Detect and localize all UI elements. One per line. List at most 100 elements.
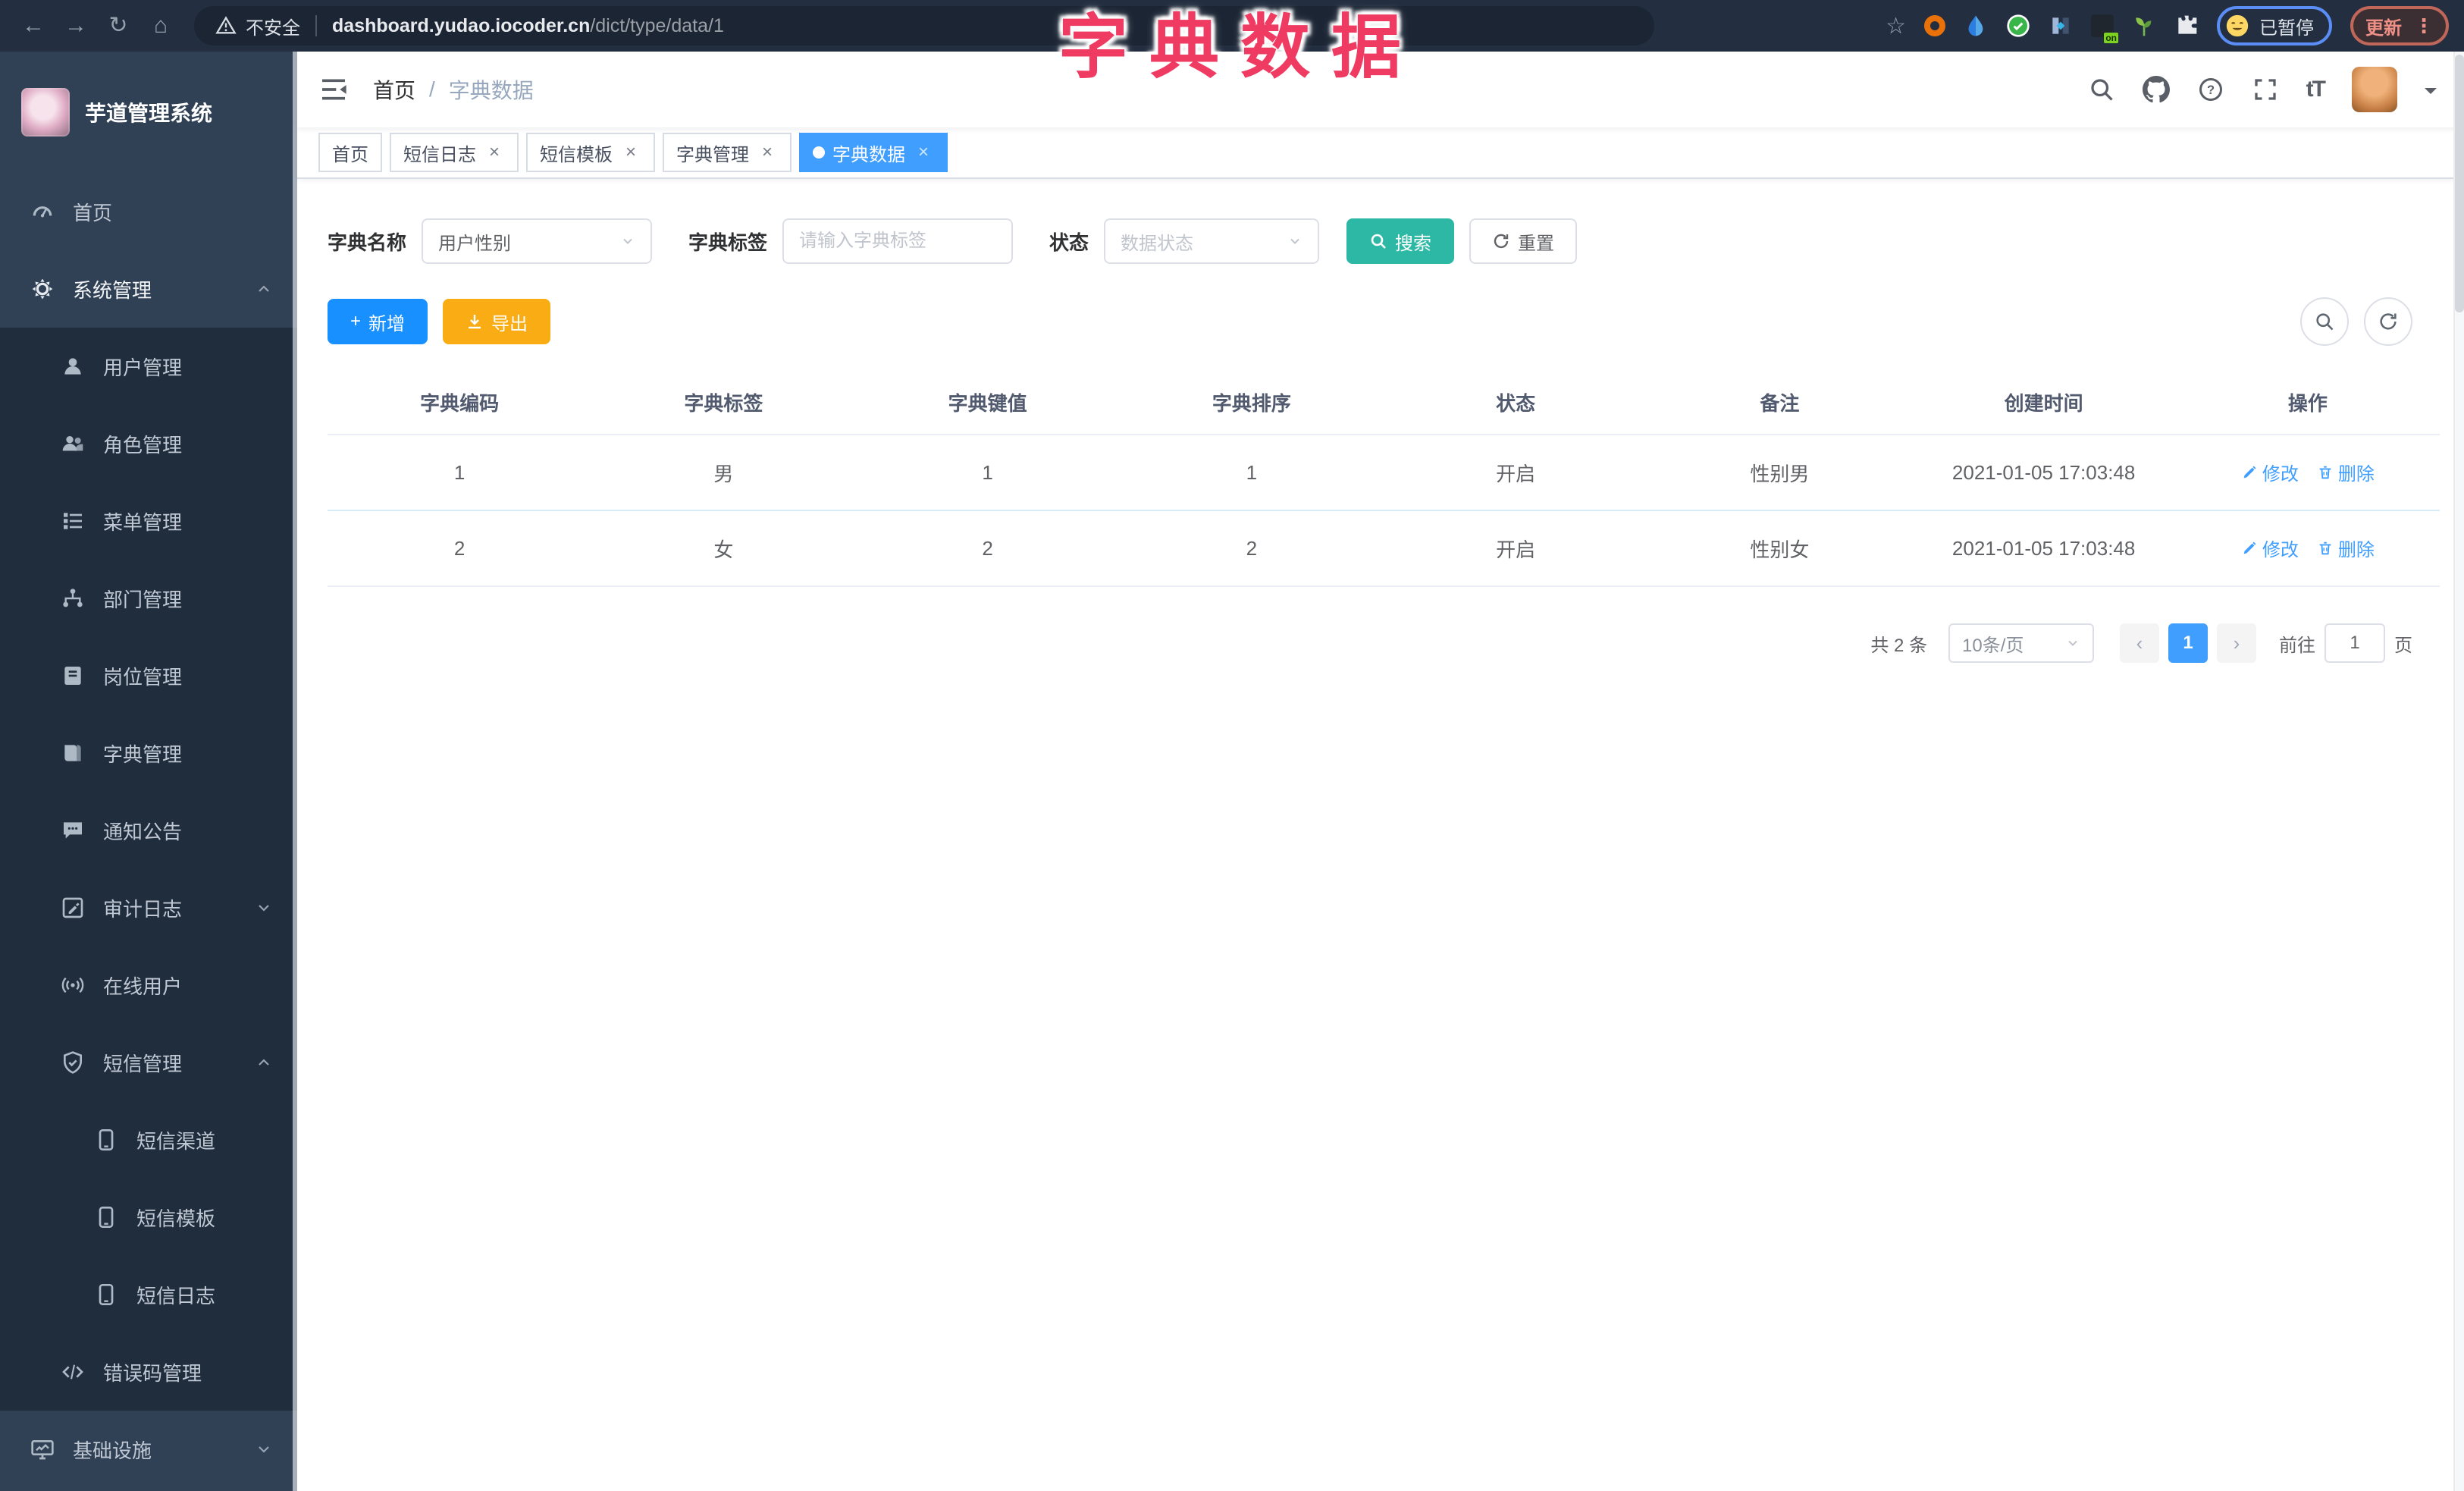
cell-remark: 性别男 <box>1647 435 1912 511</box>
column-header: 字典键值 <box>855 370 1120 435</box>
tab-label: 字典数据 <box>832 144 905 165</box>
add-button[interactable]: + 新增 <box>328 299 428 344</box>
dict-name-select[interactable]: 用户性别 <box>422 218 653 264</box>
sidebar-item-system-management[interactable]: 系统管理 <box>0 250 297 328</box>
font-size-icon[interactable]: tT <box>2306 77 2326 102</box>
cell-label: 女 <box>591 510 856 587</box>
sidebar-item-sms-channel[interactable]: 短信渠道 <box>0 1101 297 1179</box>
trash-icon <box>2317 540 2334 557</box>
tab-label: 首页 <box>332 144 368 165</box>
sidebar-item-infrastructure[interactable]: 基础设施 <box>0 1411 297 1488</box>
sidebar-item-dept-management[interactable]: 部门管理 <box>0 560 297 637</box>
browser-reload-icon[interactable]: ↻ <box>100 8 136 44</box>
browser-update-button[interactable]: 更新 ⋮ <box>2350 6 2449 46</box>
users-icon <box>61 432 85 456</box>
next-page-button[interactable]: › <box>2217 623 2256 663</box>
extension-dark-on-icon[interactable]: on <box>2091 14 2118 43</box>
extension-green-check-icon[interactable] <box>2006 14 2030 38</box>
cell-actions: 修改 删除 <box>2175 510 2440 587</box>
sidebar-item-label: 通知公告 <box>103 820 183 843</box>
page-scrollbar[interactable] <box>2453 52 2464 1491</box>
github-icon[interactable] <box>2142 76 2170 103</box>
column-header: 字典编码 <box>328 370 592 435</box>
not-secure-warning-icon <box>215 15 237 36</box>
sidebar-item-sms-template[interactable]: 短信模板 <box>0 1179 297 1256</box>
sidebar-item-home[interactable]: 首页 <box>0 173 297 250</box>
search-icon[interactable] <box>2088 76 2115 103</box>
avatar-caret-down-icon[interactable] <box>2425 88 2437 100</box>
extension-blue-drop-icon[interactable] <box>1964 14 1988 38</box>
book-icon <box>61 741 85 765</box>
tab-字典管理[interactable]: 字典管理 × <box>663 133 792 172</box>
dict-label-input[interactable] <box>782 218 1014 264</box>
tab-短信模板[interactable]: 短信模板 × <box>526 133 655 172</box>
tab-首页[interactable]: 首页 <box>318 133 382 172</box>
close-icon[interactable]: × <box>484 142 505 163</box>
sidebar-item-post-management[interactable]: 岗位管理 <box>0 637 297 714</box>
close-icon[interactable]: × <box>620 142 641 163</box>
sidebar-item-menu-management[interactable]: 菜单管理 <box>0 482 297 560</box>
pencil-icon <box>2241 464 2258 481</box>
goto-page-input[interactable] <box>2324 623 2385 663</box>
extension-orange-ring-icon[interactable] <box>1924 15 1945 36</box>
current-page-button[interactable]: 1 <box>2168 623 2208 663</box>
edit-link[interactable]: 修改 <box>2241 459 2299 485</box>
extension-sprout-icon[interactable] <box>2132 14 2156 38</box>
help-icon[interactable]: ? <box>2197 76 2224 103</box>
extension-on-badge: on <box>2104 33 2118 43</box>
profile-avatar-emoji-icon <box>2224 13 2250 39</box>
profile-paused-badge[interactable]: 已暂停 <box>2217 6 2332 46</box>
app-logo[interactable]: 芋道管理系统 <box>0 52 297 173</box>
bookmark-star-icon[interactable]: ☆ <box>1886 13 1906 39</box>
user-avatar[interactable] <box>2352 67 2397 112</box>
dict-label-label: 字典标签 <box>688 231 768 254</box>
edit-link[interactable]: 修改 <box>2241 535 2299 561</box>
browser-back-icon[interactable]: ← <box>15 8 52 44</box>
delete-link[interactable]: 删除 <box>2317 459 2375 485</box>
sidebar-item-notice-announcement[interactable]: 通知公告 <box>0 792 297 869</box>
shield-check-icon <box>61 1050 85 1075</box>
extensions-puzzle-icon[interactable] <box>2174 14 2199 38</box>
sidebar-item-label: 错误码管理 <box>103 1361 202 1385</box>
tab-短信日志[interactable]: 短信日志 × <box>390 133 519 172</box>
fullscreen-icon[interactable] <box>2252 76 2279 103</box>
extension-slate-diamond-icon[interactable] <box>2049 14 2073 38</box>
tab-字典数据[interactable]: 字典数据 × <box>799 133 948 172</box>
page-size-select[interactable]: 10条/页 <box>1948 623 2094 663</box>
breadcrumb-home[interactable]: 首页 <box>373 74 415 105</box>
search-button[interactable]: 搜索 <box>1346 218 1455 264</box>
browser-toolbar: ← → ↻ ⌂ 不安全 dashboard.yudao.iocoder.cn/d… <box>0 0 2464 52</box>
sidebar-item-error-code-management[interactable]: 错误码管理 <box>0 1333 297 1411</box>
scrollbar-thumb[interactable] <box>2455 55 2464 312</box>
sidebar-collapse-icon[interactable] <box>318 74 349 105</box>
tab-label: 字典管理 <box>676 144 749 165</box>
sidebar-item-role-management[interactable]: 角色管理 <box>0 405 297 482</box>
sidebar-item-online-users[interactable]: 在线用户 <box>0 946 297 1024</box>
export-button[interactable]: 导出 <box>443 299 551 344</box>
kebab-menu-icon[interactable]: ⋮ <box>2414 14 2434 38</box>
browser-extensions-area: ☆ on 已暂停 更新 ⋮ <box>1886 6 2449 46</box>
delete-link[interactable]: 删除 <box>2317 535 2375 561</box>
status-select[interactable]: 数据状态 <box>1104 218 1320 264</box>
browser-home-icon[interactable]: ⌂ <box>143 8 179 44</box>
dict-name-label: 字典名称 <box>328 231 407 254</box>
dict-name-value: 用户性别 <box>438 233 512 254</box>
browser-forward-icon[interactable]: → <box>58 8 94 44</box>
cell-created: 2021-01-05 17:03:48 <box>1911 510 2176 587</box>
column-header: 状态 <box>1384 370 1648 435</box>
reset-button[interactable]: 重置 <box>1469 218 1578 264</box>
prev-page-button[interactable]: ‹ <box>2120 623 2159 663</box>
sidebar-item-sms-management[interactable]: 短信管理 <box>0 1024 297 1101</box>
close-icon[interactable]: × <box>757 142 778 163</box>
refresh-button[interactable] <box>2364 297 2412 346</box>
sidebar-item-sms-log[interactable]: 短信日志 <box>0 1256 297 1333</box>
cell-value: 1 <box>855 435 1120 511</box>
navbar-actions: ? tT <box>2088 67 2437 112</box>
close-icon[interactable]: × <box>913 142 934 163</box>
sidebar-item-user-management[interactable]: 用户管理 <box>0 328 297 405</box>
address-bar[interactable]: 不安全 dashboard.yudao.iocoder.cn/dict/type… <box>194 6 1654 46</box>
sidebar-item-dict-management[interactable]: 字典管理 <box>0 714 297 792</box>
hide-search-button[interactable] <box>2300 297 2349 346</box>
sidebar-item-audit-log[interactable]: 审计日志 <box>0 869 297 946</box>
goto-label: 前往 <box>2279 635 2315 656</box>
